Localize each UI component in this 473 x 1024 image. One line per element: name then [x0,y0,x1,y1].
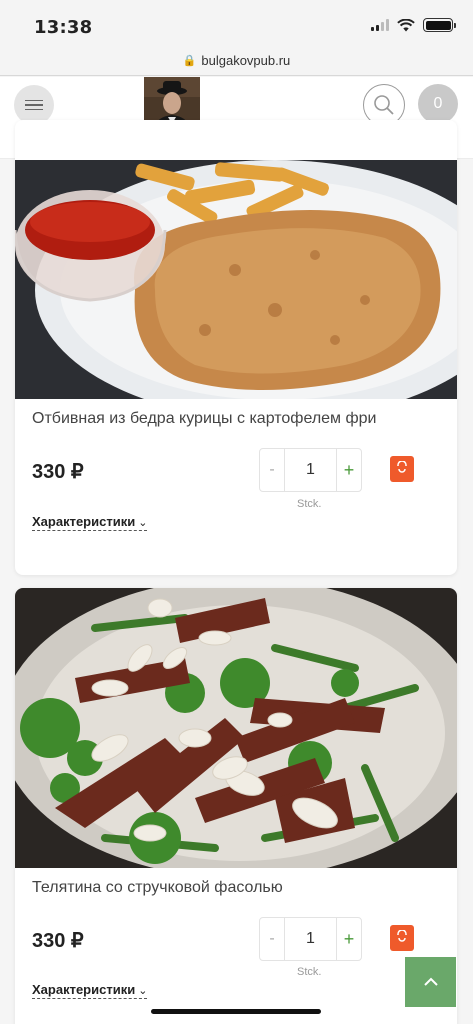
address-bar[interactable]: 🔒 bulgakovpub.ru [0,46,473,76]
decrease-quantity-button[interactable]: - [260,918,285,960]
specs-label: Характеристики [32,514,136,529]
chevron-down-icon: ⌄ [138,985,148,997]
quantity-unit: Stck. [297,498,322,510]
quantity-input[interactable]: 1 [285,918,336,960]
product-image[interactable] [15,160,457,399]
add-to-cart-button[interactable] [390,925,414,951]
specs-label: Характеристики [32,982,136,997]
add-to-cart-button[interactable] [390,456,414,482]
hamburger-icon [25,99,43,102]
product-price: 330 ₽ [32,461,84,483]
quantity-unit: Stck. [297,966,322,978]
lock-icon: 🔒 [182,55,197,67]
chevron-up-icon [423,977,438,986]
specs-toggle[interactable]: Характеристики ⌄ [32,982,148,999]
chevron-down-icon: ⌄ [138,517,148,529]
shopping-bag-icon [397,461,407,473]
cellular-signal-icon [371,19,389,31]
quantity-stepper: - 1 + [259,448,362,492]
decrease-quantity-button[interactable]: - [260,449,285,491]
quantity-stepper: - 1 + [259,917,362,961]
specs-toggle[interactable]: Характеристики ⌄ [32,514,148,531]
wifi-icon [397,18,415,31]
url-text: bulgakovpub.ru [201,53,291,68]
chicken-cutlet-photo [15,160,457,399]
product-card: Телятина со стручковой фасолью 330 ₽ - 1… [15,588,457,1024]
home-indicator[interactable] [151,1009,321,1014]
increase-quantity-button[interactable]: + [336,449,361,491]
status-time: 13:38 [34,17,93,38]
search-icon [374,95,394,115]
product-price: 330 ₽ [32,930,84,952]
status-bar: 13:38 [0,0,473,46]
battery-icon [423,18,456,32]
cart-count-button[interactable]: 0 [418,84,458,124]
quantity-input[interactable]: 1 [285,449,336,491]
shopping-bag-icon [397,930,407,942]
menu-button[interactable] [14,85,54,125]
product-title[interactable]: Телятина со стручковой фасолью [32,879,283,897]
product-title[interactable]: Отбивная из бедра курицы с картофелем фр… [32,410,377,428]
product-image[interactable] [15,588,457,868]
veal-with-green-beans-photo [15,588,457,868]
status-icons [371,18,456,32]
increase-quantity-button[interactable]: + [336,918,361,960]
scroll-to-top-button[interactable] [405,957,456,1007]
product-card: Отбивная из бедра курицы с картофелем фр… [15,120,457,575]
